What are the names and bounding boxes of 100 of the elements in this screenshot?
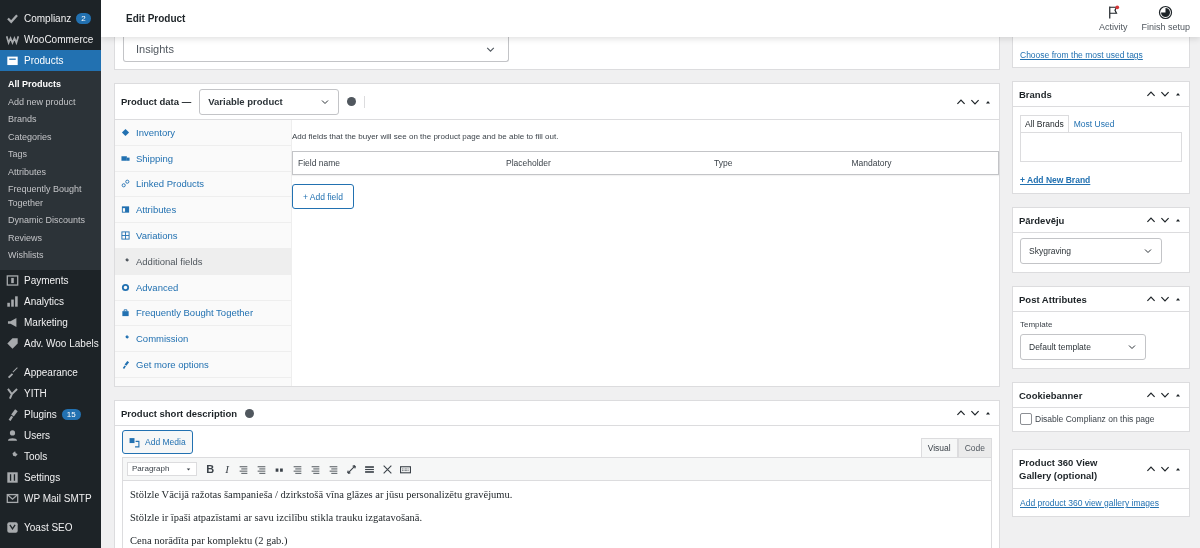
panel-title: Product 360 View Gallery (optional) [1019,456,1099,482]
product-data-tab[interactable]: Frequently Bought Together [115,300,291,327]
checkbox[interactable] [1020,413,1032,425]
vendor-select[interactable]: Skygraving [1020,238,1162,264]
toolbar-button[interactable] [382,463,393,475]
panel-title: Product short description [121,407,238,419]
product-data-tab[interactable]: Linked Products [115,171,291,198]
sidebar-item[interactable]: Settings [0,466,101,488]
numbered-list-icon [256,463,267,475]
sidebar-item[interactable]: Products [0,50,101,71]
panel-title: Product data — [121,96,192,107]
template-select[interactable]: Default template [1020,334,1146,360]
align-center-icon [310,463,321,475]
submenu-item[interactable]: Add new product [0,93,101,111]
submenu-item[interactable]: Brands [0,111,101,129]
product-data-tab[interactable]: Attributes [115,197,291,224]
align-left-icon [292,463,303,475]
format-select[interactable]: Paragraph [127,462,198,476]
panel-description: Add fields that the buyer will see on the product page and be able to fill out. [292,131,559,143]
toolbar-button[interactable] [328,463,339,475]
media-icon [129,436,140,448]
editor-tab[interactable]: Code [957,438,992,457]
gallery-images-link[interactable]: Add product 360 view gallery images [1020,498,1159,508]
product-data-tab[interactable]: Advanced [115,274,291,301]
sidebar-item[interactable]: Appearance [0,361,101,383]
envelope-icon [6,491,19,505]
paragraph: Stölzle Vācijā ražotas šampanieša / dzirkstošā vīna glāzes ar jūsu personalizētu gravējumu. [130,488,514,501]
submenu-item[interactable]: Categories [0,128,101,146]
align-right-icon [328,463,339,475]
column-header: Field name [297,158,342,168]
toolbar-button[interactable] [364,463,375,475]
product-data-tab[interactable]: Inventory [115,120,291,146]
brand-tab[interactable]: All Brands [1020,115,1069,132]
add-brand-link[interactable]: + Add New Brand [1020,175,1091,185]
sidebar-item[interactable]: WP Mail SMTP [0,487,101,509]
sidebar-item[interactable]: Adv. Woo Labels [0,332,101,354]
table-icon [121,205,130,215]
sidebar-item[interactable]: Marketing [0,311,101,333]
toolbar-button[interactable] [400,463,411,475]
paragraph: Cena norādīta par komplektu (2 gab.) [130,534,289,547]
insights-select[interactable]: Insights [123,37,509,62]
panel-title: Cookiebanner [1019,389,1083,401]
product-data-tab[interactable]: Variations [115,223,291,249]
sidebar-item[interactable]: YITH [0,382,101,404]
toolbar-button[interactable] [310,463,321,475]
sidebar-item[interactable]: Plugins 15 [0,403,101,425]
submenu-item[interactable]: Tags [0,146,101,164]
header-action[interactable]: Finish setup [1141,5,1190,32]
w-logo-icon [6,33,19,46]
submenu-item[interactable]: All Products [0,76,101,94]
column-header: Mandatory [850,158,893,168]
sidebar-item[interactable]: Users [0,424,101,446]
add-media-button[interactable]: Add Media [122,430,193,454]
product-data-tab[interactable]: Shipping [115,145,291,172]
product-type-select[interactable]: Variable product [199,88,340,115]
toolbar-button[interactable] [256,463,267,475]
template-label: Template [1020,320,1054,329]
gear-icon [121,282,130,292]
sidebar-item[interactable]: Tools [0,445,101,467]
editor-content[interactable] [122,481,992,548]
paragraph: Stölzle ir īpaši atpazīstami ar savu izcilību stikla trauku izgatavošanā. [130,511,424,524]
grid-icon [121,231,130,241]
sidebar-item[interactable]: Payments [0,269,101,291]
fullscreen-icon [382,463,393,475]
bar-chart-icon [6,294,19,308]
sidebar-item[interactable]: Analytics [0,290,101,312]
sidebar-item[interactable]: Yoast SEO [0,516,101,538]
brand-tab[interactable]: Most Used [1068,115,1120,132]
product-data-tab[interactable]: Get more options [115,352,291,378]
bullet-list-icon [238,463,249,475]
horizontal-line-icon [364,463,375,475]
submenu-item[interactable]: Attributes [0,163,101,181]
product-data-tab[interactable]: Additional fields [115,249,291,275]
progress-circle-icon [1158,5,1174,20]
sidebar-item[interactable]: Complianz 2 [0,8,101,29]
header-action[interactable]: Activity [1098,5,1128,32]
column-header: Placeholder [504,158,552,168]
help-icon[interactable] [245,408,255,418]
help-icon[interactable] [347,97,357,106]
check-icon [6,12,19,25]
box-icon [6,54,19,67]
add-field-button[interactable]: + Add field [292,184,354,209]
toolbar-button[interactable] [238,463,249,475]
sidebar-item[interactable]: WooCommerce [0,29,101,50]
sliders-icon [6,470,19,484]
toolbar-button[interactable] [292,463,303,475]
count-badge: 2 [76,13,91,24]
caret-icon [185,465,193,473]
submenu-item[interactable]: Wishlists [0,247,101,265]
format-button[interactable]: I [223,463,231,475]
submenu-item[interactable]: Frequently Bought Together [0,181,101,212]
checkbox-label: Disable Complianz on this page [1035,414,1155,424]
submenu-item[interactable]: Dynamic Discounts [0,212,101,230]
product-data-tab[interactable]: Commission [115,326,291,353]
format-button[interactable]: B [204,463,217,475]
tag-icon [6,336,19,350]
editor-tab[interactable]: Visual [920,438,958,457]
submenu-item[interactable]: Reviews [0,229,101,247]
panel-title: Post Attributes [1019,293,1087,305]
user-icon [6,428,19,442]
